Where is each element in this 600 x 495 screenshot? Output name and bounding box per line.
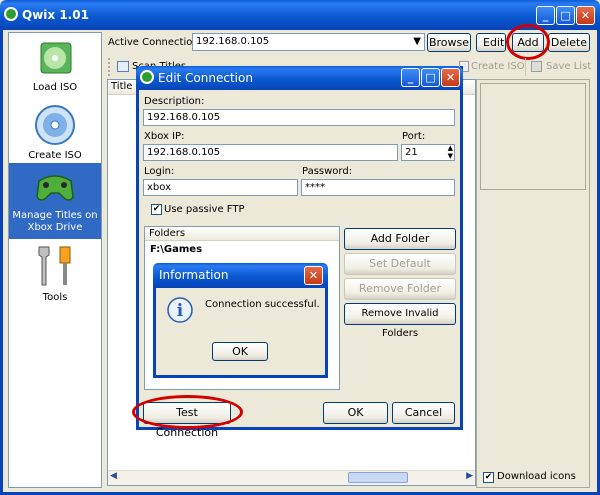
password-label: Password: [302, 166, 353, 177]
qwix-dialog-icon [140, 70, 154, 84]
window-title: Qwix 1.01 [22, 8, 89, 22]
toolbar-separator [525, 58, 526, 76]
cancel-button[interactable]: Cancel [392, 402, 455, 424]
col-title-header[interactable]: Title [111, 81, 132, 92]
xbox-ip-label: Xbox IP: [144, 131, 185, 142]
add-folder-button[interactable]: Add Folder [344, 228, 456, 250]
dialog-title: Edit Connection [158, 71, 253, 85]
passive-ftp-label: Use passive FTP [164, 204, 245, 215]
scroll-left-icon[interactable]: ◀ [110, 471, 117, 481]
delete-button[interactable]: Delete [548, 33, 590, 52]
preview-box [480, 83, 586, 190]
toolbar-grip [108, 58, 114, 76]
login-field[interactable]: xbox [143, 179, 298, 196]
description-label: Description: [144, 96, 205, 107]
qwix-app-icon [4, 7, 18, 21]
close-icon[interactable]: ✕ [304, 266, 323, 285]
sidebar-item-label: Manage Titles on Xbox Drive [12, 210, 98, 233]
information-dialog: i Connection successful. OK [153, 288, 328, 378]
download-icons-checkbox[interactable]: ✔ [483, 472, 494, 483]
save-list-button[interactable]: Save List [546, 61, 591, 72]
connection-select[interactable]: 192.168.0.105 ▼ [192, 33, 425, 51]
maximize-icon[interactable]: □ [421, 68, 440, 87]
browse-button[interactable]: Browse [427, 33, 471, 52]
spin-arrows-icon[interactable]: ▲ ▼ [448, 144, 453, 160]
sidebar-item-label: Create ISO [28, 150, 82, 161]
maximize-icon[interactable]: □ [556, 6, 575, 25]
passive-ftp-checkbox[interactable]: ✔ [151, 204, 162, 215]
scroll-thumb[interactable] [348, 472, 408, 483]
information-title-bar[interactable]: Information ✕ [153, 263, 328, 288]
horizontal-scrollbar[interactable]: ◀ ▶ [108, 470, 475, 485]
xbox-ip-field[interactable]: 192.168.0.105 [143, 144, 398, 161]
main-title-bar[interactable]: Qwix 1.01 _ □ ✕ [0, 0, 600, 30]
remove-folder-button[interactable]: Remove Folder [344, 278, 456, 300]
folders-header-label: Folders [149, 228, 186, 239]
minimize-icon[interactable]: _ [536, 6, 555, 25]
highlight-ring-add [506, 24, 550, 60]
sidebar: Load ISO Create ISO Manage Titles on Xbo… [8, 32, 102, 488]
folders-header: Folders [145, 227, 339, 241]
save-icon [531, 61, 542, 72]
ok-button[interactable]: OK [323, 402, 388, 424]
close-icon[interactable]: ✕ [576, 6, 595, 25]
port-stepper[interactable]: 21 ▲ ▼ [401, 144, 455, 161]
wrench-icon [38, 246, 71, 286]
close-icon[interactable]: ✕ [441, 68, 460, 87]
info-message: Connection successful. [205, 299, 320, 310]
password-field[interactable]: **** [301, 179, 455, 196]
sidebar-item-manage-titles[interactable]: Manage Titles on Xbox Drive [9, 163, 101, 239]
sidebar-item-tools[interactable]: Tools [9, 243, 101, 305]
sidebar-item-load-iso[interactable]: Load ISO [9, 39, 101, 101]
sidebar-item-create-iso[interactable]: Create ISO [9, 103, 101, 165]
create-iso-button[interactable]: Create ISO [471, 61, 525, 72]
connection-select-value: 192.168.0.105 [196, 36, 270, 47]
info-ok-button[interactable]: OK [212, 342, 268, 361]
set-default-button[interactable]: Set Default [344, 253, 456, 275]
edit-connection-title-bar[interactable]: Edit Connection _ □ ✕ [136, 66, 463, 90]
chevron-down-icon: ▼ [413, 36, 421, 47]
highlight-ring-test-connection [132, 395, 243, 429]
active-connection-label: Active Connection: [108, 37, 203, 48]
info-icon: i [167, 297, 193, 323]
scan-titles-icon [117, 61, 129, 72]
disc-icon [35, 105, 75, 145]
disc-stack-icon [40, 42, 72, 74]
scroll-right-icon[interactable]: ▶ [466, 471, 473, 481]
download-icons-label: Download icons [497, 471, 576, 482]
right-panel [476, 79, 590, 488]
port-label: Port: [402, 131, 426, 142]
list-item[interactable]: F:\Games [150, 244, 202, 255]
port-value: 21 [405, 147, 418, 158]
minimize-icon[interactable]: _ [401, 68, 420, 87]
gamepad-icon [36, 175, 74, 201]
svg-text:i: i [177, 301, 184, 321]
login-label: Login: [144, 166, 175, 177]
sidebar-item-label: Load ISO [32, 82, 78, 93]
remove-invalid-folders-button[interactable]: Remove Invalid Folders [344, 303, 456, 339]
edit-button[interactable]: Edit [476, 33, 506, 52]
description-field[interactable]: 192.168.0.105 [143, 109, 455, 126]
info-title: Information [159, 268, 229, 282]
sidebar-item-label: Tools [42, 292, 68, 303]
